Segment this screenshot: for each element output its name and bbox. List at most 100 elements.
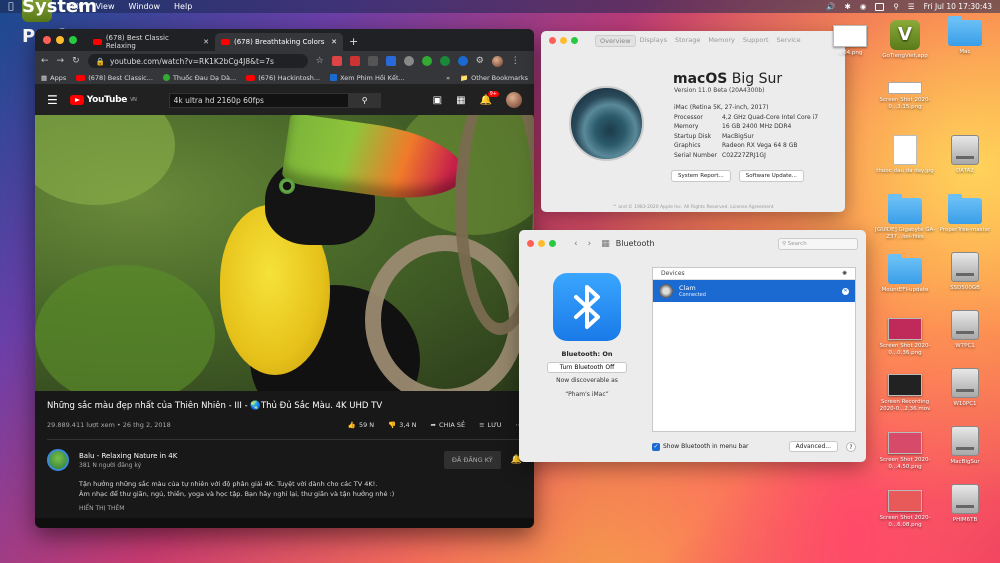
back-icon[interactable]: ‹ — [574, 239, 578, 249]
advanced-button[interactable]: Advanced... — [788, 441, 838, 452]
show-more-link[interactable]: HIỂN THỊ THÊM — [79, 505, 522, 512]
maximize-button[interactable] — [549, 240, 556, 247]
bookmark-star-icon[interactable]: ☆ — [316, 56, 324, 66]
extension-icon[interactable] — [457, 56, 468, 66]
chevron-more-icon[interactable]: » — [446, 74, 450, 82]
desktop-disk[interactable]: MacBigSur — [933, 426, 997, 466]
software-update-button[interactable]: Software Update... — [738, 170, 804, 182]
close-tab-icon[interactable]: ✕ — [203, 38, 209, 46]
save-button[interactable]: ≡ LƯU — [479, 421, 501, 429]
desktop-file[interactable]: Screen Recording 2020-0...2.36.mov — [873, 374, 937, 413]
close-tab-icon[interactable]: ✕ — [331, 38, 337, 46]
desktop-disk[interactable]: PHIM6TB — [933, 484, 997, 524]
spotlight-icon[interactable]: ⚲ — [893, 2, 899, 11]
maximize-button[interactable] — [571, 37, 578, 44]
desktop-file[interactable]: Screen Shot 2020-0...0.36.png — [873, 318, 937, 357]
tab-displays[interactable]: Displays — [636, 35, 671, 47]
remove-device-icon[interactable]: ✕ — [842, 287, 849, 295]
menu-app-name[interactable]: System Preferences — [22, 0, 144, 47]
desktop-app[interactable]: V GoTiengViet.app — [873, 20, 937, 60]
youtube-logo[interactable]: YouTube VN — [69, 95, 137, 105]
tab-support[interactable]: Support — [739, 35, 773, 47]
minimize-button[interactable] — [56, 36, 64, 44]
maximize-button[interactable] — [69, 36, 77, 44]
extension-icon[interactable] — [403, 56, 414, 66]
channel-name[interactable]: Balu - Relaxing Nature in 4K — [79, 452, 177, 460]
tab-breathtaking-colors[interactable]: (678) Breathtaking Colors ✕ — [215, 33, 343, 51]
show-in-menubar-checkbox[interactable]: ✓ — [652, 442, 660, 451]
extension-icon[interactable] — [331, 56, 342, 66]
turn-bluetooth-off-button[interactable]: Turn Bluetooth Off — [547, 362, 627, 373]
desktop-disk[interactable]: W10PC1 — [933, 368, 997, 408]
control-center-icon[interactable]: ☰ — [908, 2, 915, 11]
minimize-button[interactable] — [560, 37, 567, 44]
apps-grid-icon[interactable]: ▦ — [456, 95, 465, 106]
desktop-file[interactable]: thuoc dau da day.jpg — [873, 135, 937, 175]
search-field[interactable]: ⚲ Search — [778, 237, 858, 250]
reload-icon[interactable]: ↻ — [72, 56, 80, 66]
extension-icon[interactable] — [367, 56, 378, 66]
share-button[interactable]: ➦ CHIA SẺ — [431, 421, 466, 429]
desktop-folder[interactable]: [GUIDE] Gigabyte GA-Z37...ion-files — [873, 194, 937, 241]
menu-edit[interactable]: Edit — [66, 2, 82, 11]
forward-icon[interactable]: → — [57, 56, 65, 66]
desktop-file[interactable]: Screen Shot 2020-0...6.08.png — [873, 490, 937, 529]
tab-storage[interactable]: Storage — [671, 35, 704, 47]
wifi-icon[interactable]: ◉ — [860, 2, 867, 11]
youtube-search-input[interactable]: 4k ultra hd 2160p 60fps — [168, 92, 349, 108]
menu-window[interactable]: Window — [128, 2, 160, 11]
close-button[interactable] — [43, 36, 51, 44]
profile-avatar[interactable] — [491, 55, 503, 67]
forward-icon[interactable]: › — [588, 239, 592, 249]
back-icon[interactable]: ← — [41, 56, 49, 66]
system-report-button[interactable]: System Report... — [671, 170, 731, 182]
tab-overview[interactable]: Overview — [595, 35, 636, 47]
show-all-grid-icon[interactable]: ▦ — [601, 239, 610, 249]
input-source-icon[interactable] — [875, 2, 885, 11]
search-icon[interactable]: ⚲ — [348, 92, 381, 108]
extension-icon[interactable] — [349, 56, 360, 66]
new-tab-icon[interactable]: + — [349, 35, 358, 48]
desktop-disk[interactable]: SSD500GB — [933, 252, 997, 292]
tab-service[interactable]: Service — [773, 35, 805, 47]
apple-menu-icon[interactable]:  — [0, 2, 22, 12]
like-button[interactable]: 👍 59 N — [348, 421, 374, 429]
create-video-icon[interactable]: ▣ — [433, 95, 442, 106]
desktop-folder[interactable]: MountEFI-update — [873, 254, 937, 294]
extension-icon[interactable] — [385, 56, 396, 66]
dislike-button[interactable]: 👎 3,4 N — [388, 421, 416, 429]
close-button[interactable] — [527, 240, 534, 247]
extensions-puzzle-icon[interactable]: ⚙ — [476, 56, 484, 66]
tab-best-classic[interactable]: (678) Best Classic Relaxing ✕ — [87, 33, 215, 51]
channel-avatar[interactable] — [47, 449, 69, 471]
help-button[interactable]: ? — [846, 441, 856, 452]
bluetooth-menu-icon[interactable]: ✱ — [845, 2, 851, 11]
tab-memory[interactable]: Memory — [704, 35, 738, 47]
close-button[interactable] — [549, 37, 556, 44]
menu-clock[interactable]: Fri Jul 10 17:30:43 — [924, 2, 992, 11]
desktop-disk[interactable]: DATA2 — [933, 135, 997, 175]
address-bar[interactable]: 🔒 youtube.com/watch?v=RK1K2bCg4J8&t=7s — [87, 54, 308, 68]
bookmark-apps[interactable]: ▦ Apps — [41, 74, 66, 82]
device-row-clam[interactable]: Clam Connected ✕ — [653, 280, 855, 302]
bookmark-item[interactable]: Thuốc Đau Dạ Dà... — [162, 74, 236, 82]
desktop-file[interactable]: Screen Shot 2020-0...4.50.png — [873, 432, 937, 471]
bookmark-item[interactable]: Xem Phim Hồi Kết... — [330, 74, 405, 82]
menu-view[interactable]: View — [96, 2, 115, 11]
desktop-disk[interactable]: W7PC1 — [933, 310, 997, 350]
chrome-menu-icon[interactable]: ⋮ — [511, 56, 520, 66]
volume-icon[interactable]: 🔊 — [826, 2, 835, 11]
notifications-bell-icon[interactable]: 🔔 9+ — [480, 90, 499, 106]
desktop-file[interactable]: Screen Shot 2020-0...3.15.png — [873, 82, 937, 111]
other-bookmarks[interactable]: 📁 Other Bookmarks — [460, 74, 528, 82]
bookmark-item[interactable]: (678) Best Classic... — [76, 74, 153, 82]
desktop-folder[interactable]: ProperTree-master — [933, 194, 997, 234]
bookmark-item[interactable]: (676) Hackintosh... — [246, 74, 320, 82]
desktop-folder[interactable]: Mac — [933, 16, 997, 56]
menu-help[interactable]: Help — [174, 2, 192, 11]
hamburger-menu-icon[interactable]: ☰ — [47, 93, 58, 107]
extension-icon[interactable] — [421, 56, 432, 66]
video-player[interactable] — [35, 115, 534, 391]
minimize-button[interactable] — [538, 240, 545, 247]
subscribe-button[interactable]: ĐÃ ĐĂNG KÝ — [443, 451, 501, 469]
